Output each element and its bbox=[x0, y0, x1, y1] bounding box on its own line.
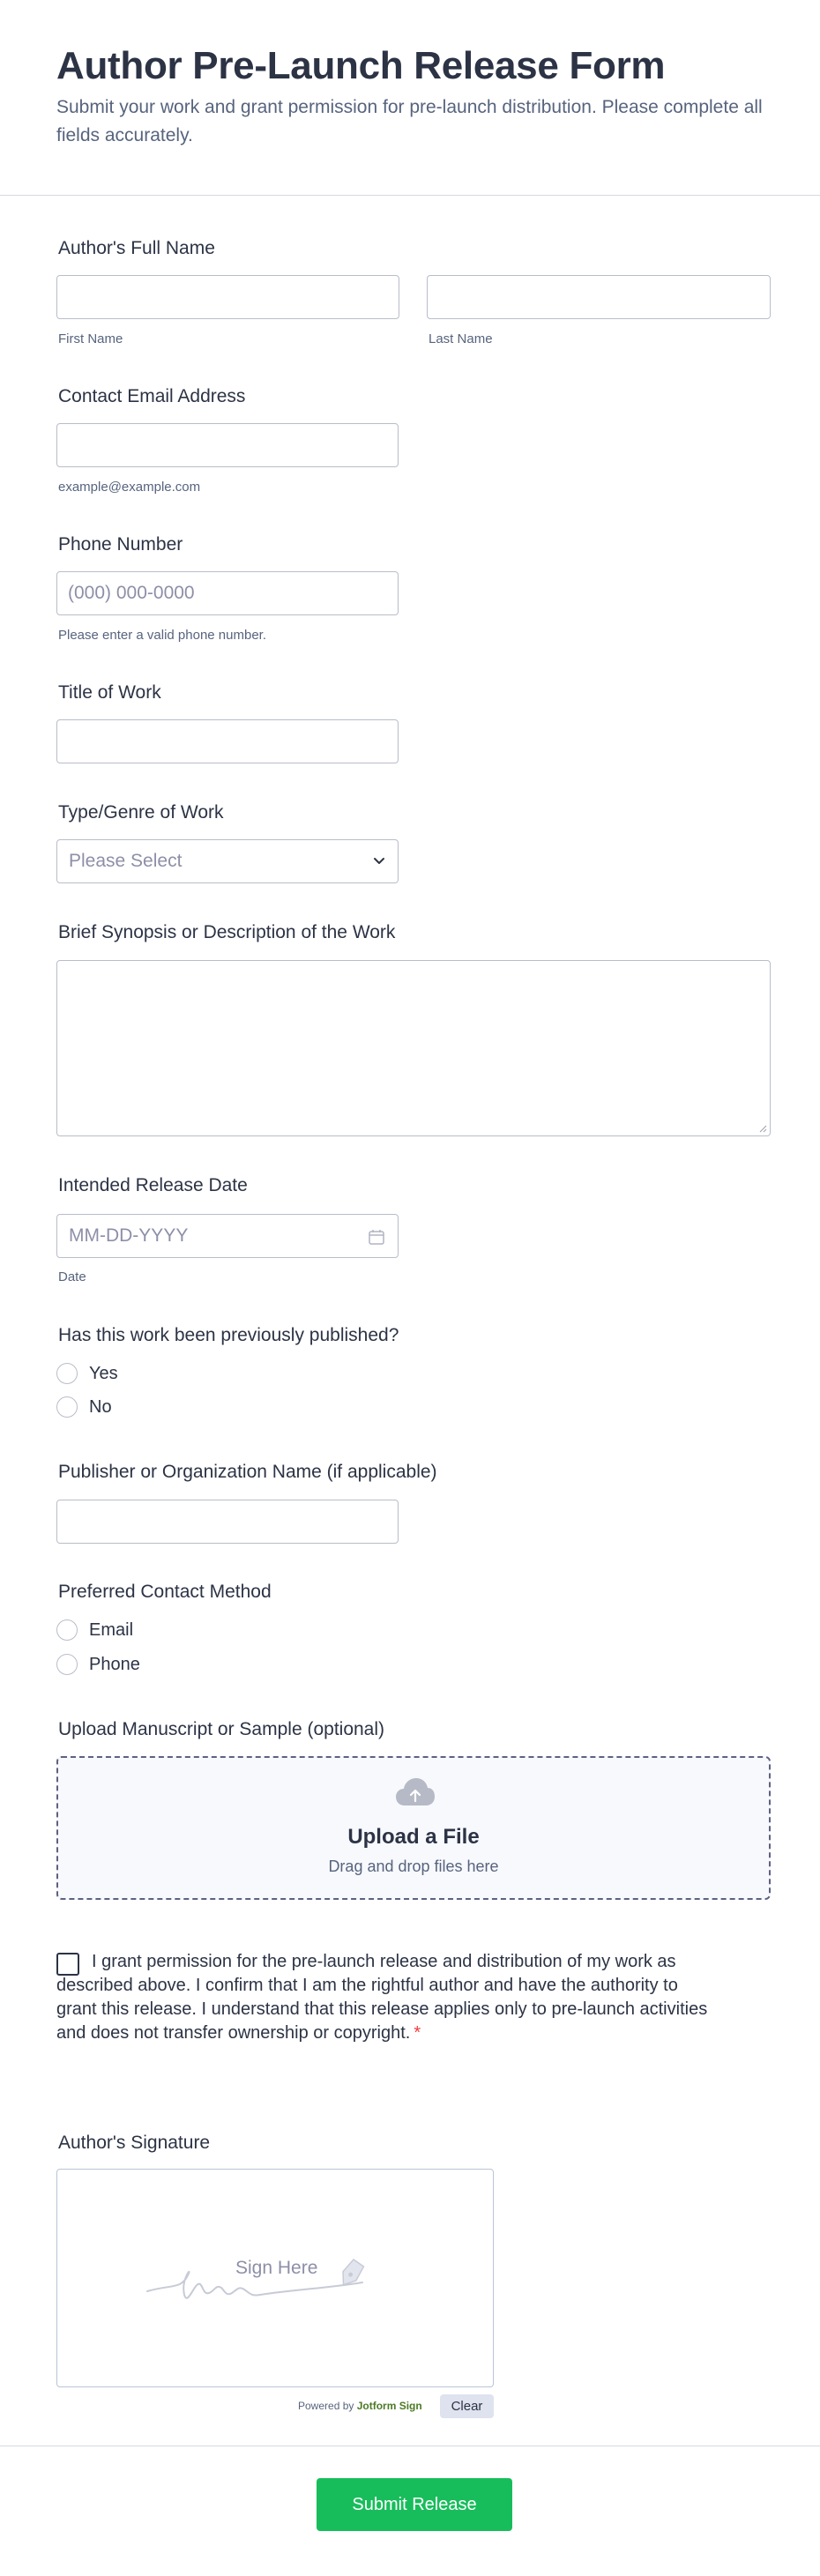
radio-contact-email[interactable] bbox=[56, 1619, 78, 1641]
powered-prefix: Powered by bbox=[298, 2400, 354, 2412]
submit-button[interactable]: Submit Release bbox=[317, 2478, 512, 2531]
synopsis-label: Brief Synopsis or Description of the Wor… bbox=[58, 922, 396, 942]
phone-input[interactable] bbox=[56, 571, 399, 615]
clear-signature-button[interactable]: Clear bbox=[440, 2394, 494, 2418]
chevron-down-icon bbox=[374, 858, 384, 864]
email-sublabel: example@example.com bbox=[58, 480, 201, 495]
upload-label: Upload Manuscript or Sample (optional) bbox=[58, 1719, 385, 1739]
release-date-input[interactable]: MM-DD-YYYY bbox=[56, 1214, 399, 1258]
upload-title: Upload a File bbox=[347, 1825, 480, 1849]
author-name-label: Author's Full Name bbox=[58, 238, 215, 258]
powered-brand[interactable]: Jotform Sign bbox=[357, 2400, 422, 2412]
signature-pad[interactable]: Sign Here bbox=[56, 2169, 494, 2387]
last-name-input[interactable] bbox=[427, 275, 771, 319]
synopsis-textarea[interactable] bbox=[56, 960, 771, 1136]
title-of-work-label: Title of Work bbox=[58, 682, 161, 703]
publisher-input[interactable] bbox=[56, 1500, 399, 1544]
first-name-sublabel: First Name bbox=[58, 331, 123, 346]
release-date-label: Intended Release Date bbox=[58, 1175, 248, 1195]
radio-contact-email-label[interactable]: Email bbox=[89, 1620, 133, 1641]
previously-published-label: Has this work been previously published? bbox=[58, 1325, 399, 1345]
required-mark: * bbox=[414, 2023, 421, 2043]
consent-text: I grant permission for the pre-launch re… bbox=[56, 1950, 709, 2045]
radio-published-yes[interactable] bbox=[56, 1363, 78, 1384]
cloud-upload-icon bbox=[396, 1778, 435, 1805]
contact-method-label: Preferred Contact Method bbox=[58, 1582, 272, 1602]
genre-selected-value: Please Select bbox=[69, 851, 183, 871]
signature-label: Author's Signature bbox=[58, 2133, 211, 2153]
radio-published-no[interactable] bbox=[56, 1396, 78, 1418]
phone-label: Phone Number bbox=[58, 534, 183, 555]
radio-published-no-label[interactable]: No bbox=[89, 1397, 112, 1418]
phone-sublabel: Please enter a valid phone number. bbox=[58, 628, 266, 643]
title-of-work-input[interactable] bbox=[56, 719, 399, 763]
release-date-sublabel: Date bbox=[58, 1269, 86, 1284]
radio-contact-phone[interactable] bbox=[56, 1654, 78, 1675]
release-date-placeholder: MM-DD-YYYY bbox=[69, 1225, 189, 1246]
last-name-sublabel: Last Name bbox=[429, 331, 493, 346]
publisher-label: Publisher or Organization Name (if appli… bbox=[58, 1462, 437, 1482]
genre-dropdown[interactable]: Please Select bbox=[56, 839, 399, 883]
email-label: Contact Email Address bbox=[58, 386, 246, 406]
consent-text-body: I grant permission for the pre-launch re… bbox=[56, 1952, 708, 2043]
powered-by: Powered by Jotform Sign bbox=[298, 2400, 422, 2412]
genre-label: Type/Genre of Work bbox=[58, 802, 224, 823]
form-subtitle: Submit your work and grant permission fo… bbox=[56, 97, 763, 145]
form-title: Author Pre-Launch Release Form bbox=[56, 44, 666, 87]
first-name-input[interactable] bbox=[56, 275, 399, 319]
radio-published-yes-label[interactable]: Yes bbox=[89, 1364, 118, 1384]
calendar-icon[interactable] bbox=[368, 1228, 385, 1246]
form-header: Author Pre-Launch Release Form Submit yo… bbox=[0, 0, 820, 196]
radio-contact-phone-label[interactable]: Phone bbox=[89, 1655, 140, 1675]
resize-grip-icon[interactable] bbox=[758, 1124, 767, 1133]
upload-dropzone[interactable]: Upload a File Drag and drop files here bbox=[56, 1756, 771, 1900]
upload-subtitle: Drag and drop files here bbox=[328, 1858, 499, 1875]
signature-hint: Sign Here bbox=[235, 2258, 318, 2278]
email-input[interactable] bbox=[56, 423, 399, 467]
